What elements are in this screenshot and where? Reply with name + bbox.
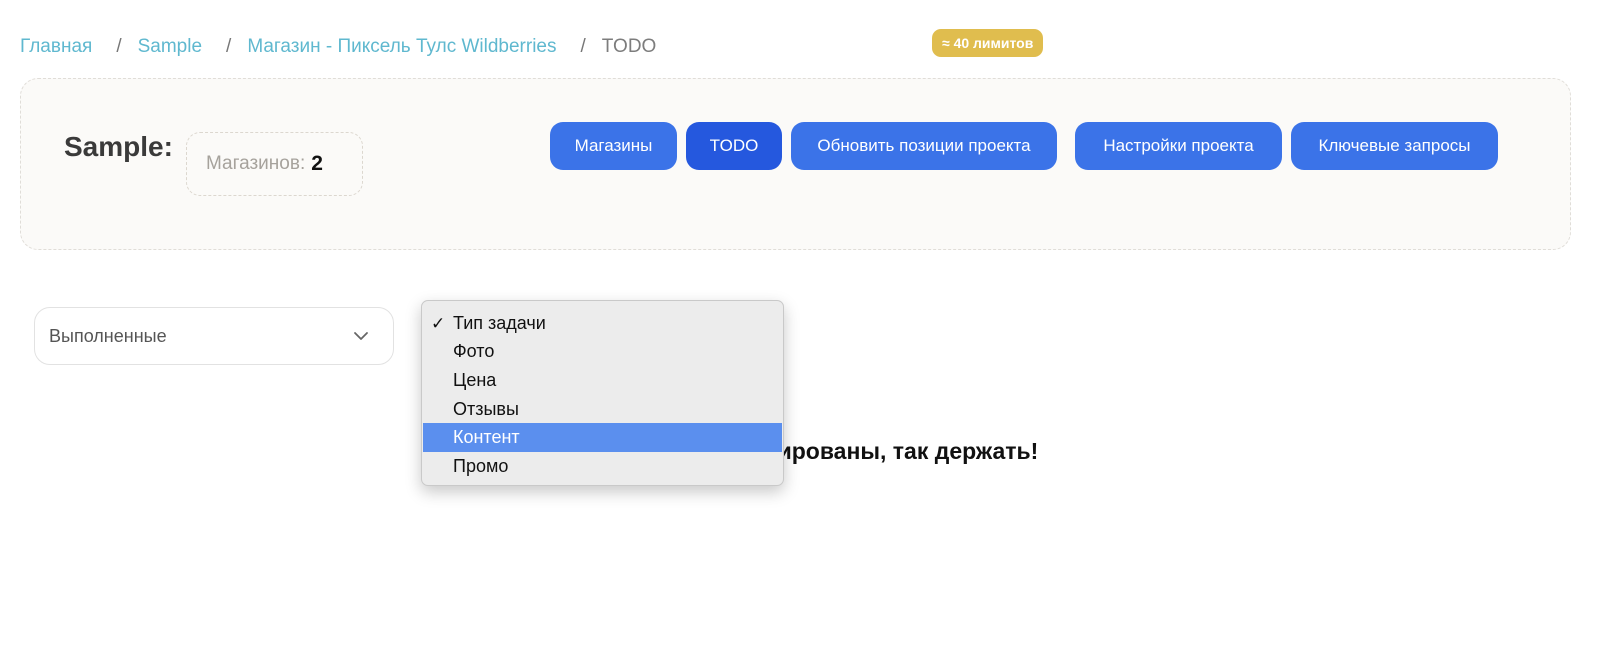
task-type-menu: ✓ Тип задачи Фото Цена Отзывы Контент Пр… (421, 300, 784, 486)
task-type-option[interactable]: ✓ Тип задачи (423, 309, 782, 338)
checkmark-icon: ✓ (431, 314, 446, 333)
breadcrumb-separator: / (580, 36, 586, 57)
limits-badge: ≈ 40 лимитов (932, 29, 1044, 57)
task-type-option[interactable]: Отзывы (423, 395, 782, 424)
stores-count-box: Магазинов: 2 (186, 132, 363, 196)
option-label: Промо (453, 455, 509, 476)
project-panel: Sample: Магазинов: 2 Магазины TODO Обнов… (20, 78, 1571, 250)
breadcrumb-store-link[interactable]: Магазин - Пиксель Тулс Wildberries (247, 36, 556, 58)
project-title: Sample: (64, 131, 173, 162)
option-label: Контент (453, 427, 520, 448)
breadcrumb-project-link[interactable]: Sample (138, 36, 202, 58)
breadcrumb-current: TODO (601, 36, 657, 57)
project-settings-button[interactable]: Настройки проекта (1075, 122, 1282, 170)
update-positions-button[interactable]: Обновить позиции проекта (791, 122, 1057, 170)
breadcrumb-home-link[interactable]: Главная (20, 36, 92, 58)
stores-count-label: Магазинов: (206, 153, 306, 174)
status-filter-value: Выполненные (49, 325, 167, 346)
breadcrumb: Главная / Sample / Магазин - Пиксель Тул… (20, 36, 656, 58)
todo-button[interactable]: TODO (686, 122, 782, 170)
option-label: Тип задачи (453, 312, 546, 333)
task-type-option[interactable]: Цена (423, 366, 782, 395)
task-type-option-highlighted[interactable]: Контент (423, 423, 782, 452)
stores-count-value: 2 (311, 152, 323, 175)
option-label: Фото (453, 341, 495, 362)
stores-button[interactable]: Магазины (550, 122, 677, 170)
status-filter-select[interactable]: Выполненные (34, 307, 394, 365)
option-label: Отзывы (453, 398, 519, 419)
option-label: Цена (453, 369, 497, 390)
chevron-down-icon (354, 332, 368, 340)
task-type-option[interactable]: Фото (423, 338, 782, 367)
breadcrumb-separator: / (226, 36, 232, 57)
task-type-option[interactable]: Промо (423, 452, 782, 481)
keyword-queries-button[interactable]: Ключевые запросы (1291, 122, 1498, 170)
breadcrumb-separator: / (116, 36, 122, 57)
